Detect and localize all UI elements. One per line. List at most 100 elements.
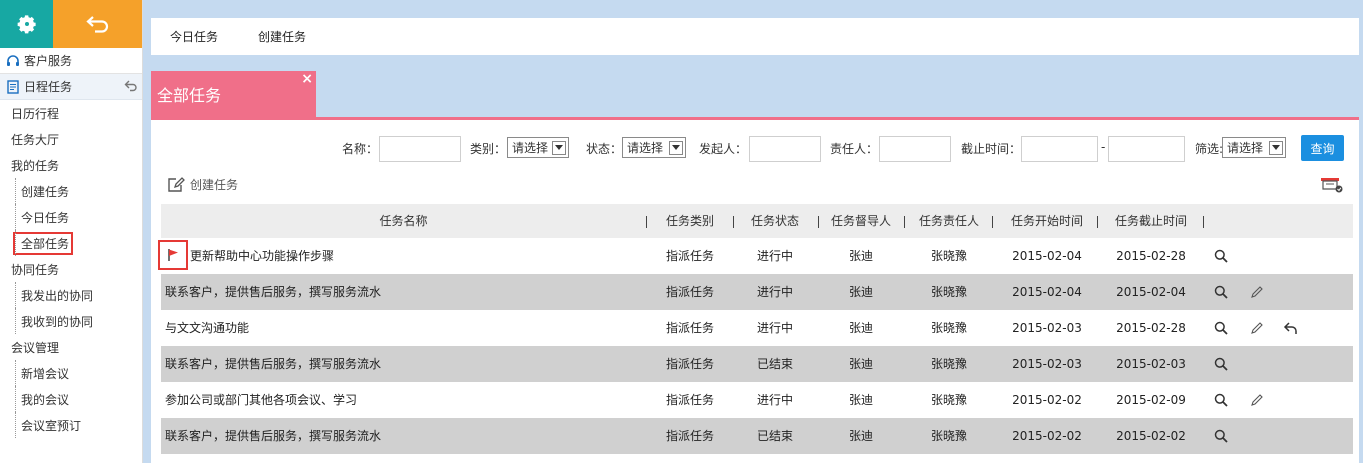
sidebar-item-all-tasks[interactable]: 全部任务 [0, 230, 142, 256]
back-button[interactable] [53, 0, 142, 48]
deadline-start-input[interactable] [1021, 136, 1098, 162]
flag-highlight[interactable] [158, 240, 188, 270]
owner-input[interactable] [879, 136, 951, 162]
sidebar-item-my-meetings[interactable]: 我的会议 [0, 386, 142, 412]
cell-owner: 张晓豫 [930, 249, 967, 263]
search-icon[interactable] [1213, 248, 1229, 264]
create-task-label: 创建任务 [190, 178, 239, 192]
cell-owner: 张晓豫 [930, 321, 967, 335]
sidebar-item-label: 我收到的协同 [21, 314, 94, 329]
screen-select-value: 请选择 [1227, 141, 1264, 155]
sidebar-item-meetings[interactable]: 会议管理 [0, 334, 142, 360]
sidebar-section-label: 日程任务 [24, 80, 73, 94]
column-header-status: 任务状态 [750, 214, 799, 228]
cell-task-name: 与文文沟通功能 [165, 321, 250, 335]
settings-button[interactable] [0, 0, 53, 48]
column-separator [1203, 216, 1204, 228]
top-tab-bar: 今日任务 创建任务 [151, 18, 1359, 55]
initiator-input[interactable] [749, 136, 821, 162]
query-button[interactable]: 查询 [1301, 135, 1344, 161]
task-panel: 名称： 类别： 请选择 状态： 请选择 发起人： 责任人： 截止时间： - 筛选… [151, 120, 1359, 463]
search-icon[interactable] [1213, 356, 1229, 372]
table-row[interactable]: 与文文沟通功能 指派任务 进行中 张迪 张晓豫 2015-02-03 2015-02-28 [161, 310, 1353, 346]
cell-end-date: 2015-02-09 [1116, 393, 1186, 407]
sidebar-item-label: 客户服务 [24, 54, 73, 68]
sidebar-item-calendar[interactable]: 日历行程 [0, 100, 142, 126]
owner-label: 责任人： [830, 142, 879, 156]
sidebar-item-label: 会议室预订 [21, 418, 82, 433]
table-row[interactable]: 联系客户，提供售后服务，撰写服务流水 指派任务 已结束 张迪 张晓豫 2015-02-03… [161, 346, 1353, 382]
status-select-value: 请选择 [627, 141, 664, 155]
tab-today-tasks[interactable]: 今日任务 [170, 28, 218, 45]
table-row[interactable]: 参加公司或部门其他各项会议、学习 指派任务 进行中 张迪 张晓豫 2015-02-02 20… [161, 382, 1353, 418]
undo-icon [85, 16, 108, 33]
screen-select[interactable]: 请选择 [1222, 137, 1286, 158]
export-icon[interactable] [1320, 176, 1344, 197]
cell-start-date: 2015-02-03 [1012, 357, 1082, 371]
cell-task-type: 指派任务 [665, 393, 714, 407]
column-header-name: 任务名称 [379, 214, 428, 228]
panel-title-tab[interactable]: 全部任务 × [151, 71, 316, 117]
deadline-end-input[interactable] [1108, 136, 1185, 162]
panel-title: 全部任务 [157, 86, 222, 105]
cell-task-status: 进行中 [756, 321, 793, 335]
table-row[interactable]: 联系客户，提供售后服务，撰写服务流水 指派任务 已结束 张迪 张晓豫 2015-02-02… [161, 418, 1353, 454]
search-icon[interactable] [1213, 428, 1229, 444]
cell-end-date: 2015-02-02 [1116, 429, 1186, 443]
chevron-down-icon [1269, 140, 1283, 155]
cell-start-date: 2015-02-02 [1012, 393, 1082, 407]
cell-end-date: 2015-02-28 [1116, 249, 1186, 263]
sidebar-item-new-meeting[interactable]: 新增会议 [0, 360, 142, 386]
sidebar-item-create-task[interactable]: 创建任务 [0, 178, 142, 204]
cell-supervisor: 张迪 [848, 249, 873, 263]
cell-supervisor: 张迪 [848, 285, 873, 299]
name-input[interactable] [379, 136, 461, 162]
sidebar-item-room-booking[interactable]: 会议室预订 [0, 412, 142, 438]
cell-task-status: 已结束 [756, 429, 793, 443]
table-row[interactable]: 联系客户，提供售后服务，撰写服务流水 指派任务 进行中 张迪 张晓豫 2015-02-04… [161, 274, 1353, 310]
document-icon [6, 79, 20, 94]
reply-icon[interactable] [1283, 320, 1299, 336]
pencil-icon[interactable] [1249, 320, 1265, 336]
column-header-supervisor: 任务督导人 [830, 214, 891, 228]
cell-task-status: 已结束 [756, 357, 793, 371]
cell-end-date: 2015-02-03 [1116, 357, 1186, 371]
create-task-link[interactable]: 创建任务 [167, 176, 238, 193]
chevron-down-icon [669, 140, 683, 155]
tab-create-task[interactable]: 创建任务 [258, 28, 306, 45]
sidebar-item-task-hall[interactable]: 任务大厅 [0, 126, 142, 152]
cell-start-date: 2015-02-04 [1012, 285, 1082, 299]
sidebar-item-label: 我的会议 [21, 392, 70, 407]
cell-task-name: 联系客户，提供售后服务，撰写服务流水 [165, 429, 382, 443]
cell-owner: 张晓豫 [930, 393, 967, 407]
sidebar-item-label: 协同任务 [11, 262, 60, 277]
sidebar-item-label: 会议管理 [11, 340, 60, 355]
sidebar-item-my-tasks[interactable]: 我的任务 [0, 152, 142, 178]
type-select-value: 请选择 [512, 141, 549, 155]
collapse-icon[interactable] [124, 80, 138, 95]
sidebar-item-sent-collab[interactable]: 我发出的协同 [0, 282, 142, 308]
cell-supervisor: 张迪 [848, 393, 873, 407]
sidebar-item-received-collab[interactable]: 我收到的协同 [0, 308, 142, 334]
column-header-type: 任务类别 [665, 214, 714, 228]
sidebar-item-label: 我发出的协同 [21, 288, 94, 303]
sidebar-item-customer-service[interactable]: 客户服务 [0, 48, 142, 74]
sidebar-section-schedule[interactable]: 日程任务 [0, 74, 142, 100]
sidebar-item-label: 我的任务 [11, 158, 60, 173]
cell-supervisor: 张迪 [848, 357, 873, 371]
search-icon[interactable] [1213, 392, 1229, 408]
search-icon[interactable] [1213, 284, 1229, 300]
sidebar-item-today-tasks[interactable]: 今日任务 [0, 204, 142, 230]
pencil-icon[interactable] [1249, 392, 1265, 408]
table-row[interactable]: 更新帮助中心功能操作步骤 指派任务 进行中 张迪 张晓豫 2015-02-04 2015-0… [158, 238, 1353, 274]
cell-supervisor: 张迪 [848, 321, 873, 335]
column-separator [904, 216, 905, 228]
status-select[interactable]: 请选择 [622, 137, 686, 158]
close-icon[interactable]: × [301, 71, 313, 87]
type-select[interactable]: 请选择 [507, 137, 569, 158]
status-label: 状态： [586, 142, 623, 156]
pencil-icon[interactable] [1249, 284, 1265, 300]
sidebar-item-collab-tasks[interactable]: 协同任务 [0, 256, 142, 282]
cell-start-date: 2015-02-04 [1012, 249, 1082, 263]
search-icon[interactable] [1213, 320, 1229, 336]
